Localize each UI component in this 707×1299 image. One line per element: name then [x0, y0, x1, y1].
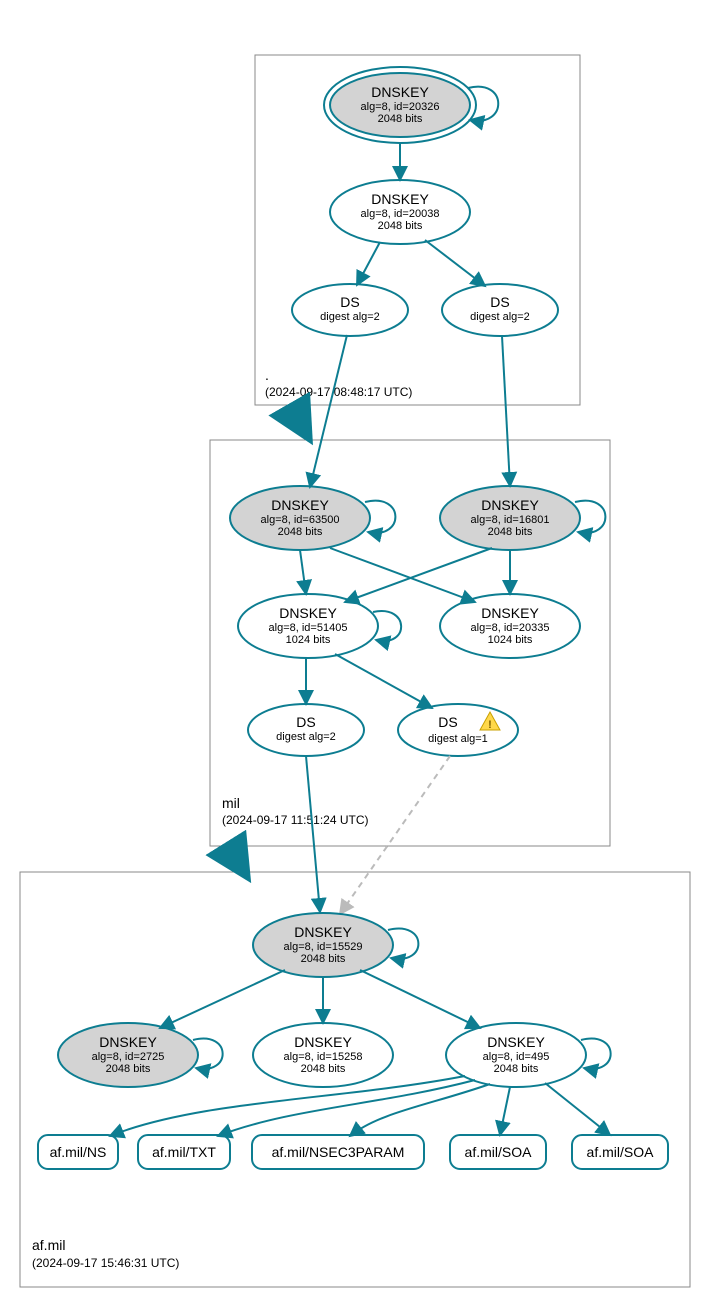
- node-mil-zsk2: DNSKEY alg=8, id=20335 1024 bits: [440, 594, 580, 658]
- edge-k3-soa1: [500, 1087, 510, 1135]
- svg-text:af.mil/TXT: af.mil/TXT: [152, 1144, 216, 1160]
- rr-nsec3param: af.mil/NSEC3PARAM: [252, 1135, 424, 1169]
- svg-text:af.mil/NSEC3PARAM: af.mil/NSEC3PARAM: [272, 1144, 405, 1160]
- edge-ds1-milksk1: [310, 335, 347, 487]
- svg-text:DNSKEY: DNSKEY: [271, 497, 329, 513]
- node-mil-zsk1: DNSKEY alg=8, id=51405 1024 bits: [238, 594, 378, 658]
- svg-text:2048 bits: 2048 bits: [378, 113, 423, 125]
- edge-milds1-afksk: [306, 756, 320, 912]
- node-af-k1: DNSKEY alg=8, id=2725 2048 bits: [58, 1023, 198, 1087]
- svg-text:1024 bits: 1024 bits: [286, 634, 331, 646]
- node-root-ds2: DS digest alg=2: [442, 284, 558, 336]
- svg-text:digest alg=2: digest alg=2: [470, 311, 530, 323]
- svg-text:alg=8, id=15258: alg=8, id=15258: [284, 1051, 363, 1063]
- edge-milds2-afksk-dashed: [340, 756, 450, 914]
- zone-mil-ts: (2024-09-17 11:51:24 UTC): [222, 813, 369, 827]
- svg-text:alg=8, id=51405: alg=8, id=51405: [269, 622, 348, 634]
- svg-text:digest alg=2: digest alg=2: [320, 311, 380, 323]
- edge-ds2-milksk2: [502, 336, 510, 486]
- svg-text:DNSKEY: DNSKEY: [99, 1034, 157, 1050]
- edge-rootzsk-ds1: [357, 242, 380, 285]
- edge-k3-soa2: [545, 1083, 610, 1135]
- zone-afmil-ts: (2024-09-17 15:46:31 UTC): [32, 1256, 179, 1270]
- svg-text:DS: DS: [296, 714, 315, 730]
- edge-afksk-k3: [360, 970, 480, 1028]
- edge-milzsk1-ds2: [335, 654, 432, 708]
- rr-txt: af.mil/TXT: [138, 1135, 230, 1169]
- zone-root-ts: (2024-09-17 08:48:17 UTC): [265, 385, 412, 399]
- svg-text:alg=8, id=63500: alg=8, id=63500: [261, 514, 340, 526]
- edge-milksk1-milzsk2: [330, 548, 475, 602]
- svg-text:DNSKEY: DNSKEY: [294, 1034, 352, 1050]
- svg-text:af.mil/SOA: af.mil/SOA: [587, 1144, 655, 1160]
- svg-text:DNSKEY: DNSKEY: [481, 497, 539, 513]
- edge-milksk1-milzsk1: [300, 550, 306, 594]
- edge-k3-txt: [218, 1080, 475, 1136]
- node-af-ksk: DNSKEY alg=8, id=15529 2048 bits: [253, 913, 393, 977]
- edge-afksk-k1: [160, 970, 285, 1028]
- svg-text:alg=8, id=20038: alg=8, id=20038: [361, 208, 440, 220]
- edge-rootzsk-ds2: [425, 240, 485, 286]
- svg-text:alg=8, id=20326: alg=8, id=20326: [361, 101, 440, 113]
- svg-text:DNSKEY: DNSKEY: [371, 191, 429, 207]
- rr-soa1: af.mil/SOA: [450, 1135, 546, 1169]
- svg-text:alg=8, id=2725: alg=8, id=2725: [92, 1051, 165, 1063]
- svg-text:alg=8, id=495: alg=8, id=495: [483, 1051, 550, 1063]
- svg-text:DS: DS: [490, 294, 509, 310]
- zone-mil-name: mil: [222, 795, 240, 811]
- edge-k3-ns: [110, 1076, 465, 1136]
- node-root-ksk: DNSKEY alg=8, id=20326 2048 bits: [324, 67, 476, 143]
- svg-text:DNSKEY: DNSKEY: [487, 1034, 545, 1050]
- svg-text:2048 bits: 2048 bits: [301, 953, 346, 965]
- svg-text:DNSKEY: DNSKEY: [279, 605, 337, 621]
- svg-text:digest alg=2: digest alg=2: [276, 731, 336, 743]
- svg-text:2048 bits: 2048 bits: [278, 526, 323, 538]
- edge-mil-to-afmil-zone: [228, 846, 248, 878]
- node-root-ds1: DS digest alg=2: [292, 284, 408, 336]
- zone-root-name: .: [265, 367, 269, 383]
- svg-text:!: !: [488, 719, 492, 731]
- svg-text:1024 bits: 1024 bits: [488, 634, 533, 646]
- svg-text:2048 bits: 2048 bits: [378, 220, 423, 232]
- svg-text:DNSKEY: DNSKEY: [481, 605, 539, 621]
- svg-text:DS: DS: [340, 294, 359, 310]
- node-mil-ds1: DS digest alg=2: [248, 704, 364, 756]
- rr-soa2: af.mil/SOA: [572, 1135, 668, 1169]
- svg-text:2048 bits: 2048 bits: [106, 1063, 151, 1075]
- node-af-k3: DNSKEY alg=8, id=495 2048 bits: [446, 1023, 586, 1087]
- svg-text:alg=8, id=20335: alg=8, id=20335: [471, 622, 550, 634]
- node-af-k2: DNSKEY alg=8, id=15258 2048 bits: [253, 1023, 393, 1087]
- svg-text:alg=8, id=16801: alg=8, id=16801: [471, 514, 550, 526]
- svg-text:af.mil/NS: af.mil/NS: [50, 1144, 107, 1160]
- svg-text:DS: DS: [438, 714, 457, 730]
- svg-text:alg=8, id=15529: alg=8, id=15529: [284, 941, 363, 953]
- node-mil-ksk2: DNSKEY alg=8, id=16801 2048 bits: [440, 486, 580, 550]
- svg-text:2048 bits: 2048 bits: [494, 1063, 539, 1075]
- svg-text:2048 bits: 2048 bits: [301, 1063, 346, 1075]
- edge-root-to-mil-zone: [290, 405, 310, 440]
- node-root-zsk: DNSKEY alg=8, id=20038 2048 bits: [330, 180, 470, 244]
- svg-text:2048 bits: 2048 bits: [488, 526, 533, 538]
- svg-text:digest alg=1: digest alg=1: [428, 733, 488, 745]
- zone-afmil-name: af.mil: [32, 1237, 65, 1253]
- rr-ns: af.mil/NS: [38, 1135, 118, 1169]
- svg-text:af.mil/SOA: af.mil/SOA: [465, 1144, 533, 1160]
- edge-milksk2-milzsk1: [345, 548, 492, 602]
- node-mil-ksk1: DNSKEY alg=8, id=63500 2048 bits: [230, 486, 370, 550]
- svg-text:DNSKEY: DNSKEY: [294, 924, 352, 940]
- svg-text:DNSKEY: DNSKEY: [371, 84, 429, 100]
